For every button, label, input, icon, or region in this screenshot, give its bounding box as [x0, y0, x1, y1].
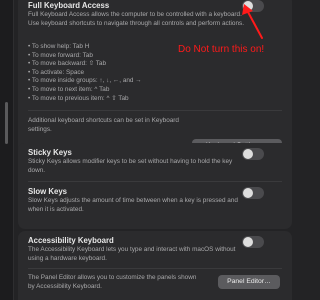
shortcut-item: • To move backward: ⇧ Tab: [28, 60, 107, 68]
accessibility-keyboard-panel: Accessibility Keyboard The Accessibility…: [18, 231, 292, 300]
full-keyboard-access-panel: Full Keyboard Access Full Keyboard Acces…: [18, 0, 292, 155]
scroll-indicator[interactable]: [5, 102, 8, 144]
accessibility-keyboard-description: The Accessibility Keyboard lets you type…: [28, 246, 236, 262]
shortcut-item: • To show help: Tab H: [28, 43, 90, 50]
toggle-knob: [243, 1, 253, 11]
panel-editor-button[interactable]: Panel Editor…: [218, 275, 280, 289]
additional-shortcuts-text: Additional keyboard shortcuts can be set…: [28, 117, 179, 133]
shortcut-item: • To move to previous item: ^ ⇧ Tab: [28, 94, 129, 102]
divider: [28, 181, 282, 182]
slow-keys-toggle[interactable]: [242, 187, 264, 199]
shortcut-item: • To move inside groups: ↑, ↓, ←, and →: [28, 77, 142, 85]
slow-keys-description: Slow Keys adjusts the amount of time bet…: [28, 197, 238, 213]
divider: [28, 110, 282, 111]
sticky-keys-toggle[interactable]: [242, 148, 264, 160]
toggle-knob: [243, 149, 253, 159]
shortcut-item: • To move forward: Tab: [28, 51, 93, 59]
shortcut-list: • To show help: Tab H • To move forward:…: [28, 43, 142, 103]
shortcut-item: • To activate: Space: [28, 68, 85, 76]
full-keyboard-access-description: Full Keyboard Access allows the computer…: [28, 11, 244, 27]
panel-editor-text: The Panel Editor allows you to customize…: [28, 274, 197, 290]
sticky-keys-title: Sticky Keys: [28, 148, 72, 157]
shortcut-item: • To move to next item: ^ Tab: [28, 85, 110, 93]
sidebar-edge: [0, 0, 14, 300]
full-keyboard-access-title: Full Keyboard Access: [28, 1, 110, 10]
annotation-text: Do Not turn this on!: [178, 44, 265, 55]
sticky-keys-description: Sticky Keys allows modifier keys to be s…: [28, 158, 233, 174]
sticky-slow-keys-panel: Sticky Keys Sticky Keys allows modifier …: [18, 143, 292, 229]
accessibility-keyboard-title: Accessibility Keyboard: [28, 236, 114, 245]
toggle-knob: [243, 188, 253, 198]
divider: [28, 268, 282, 269]
slow-keys-title: Slow Keys: [28, 187, 67, 196]
